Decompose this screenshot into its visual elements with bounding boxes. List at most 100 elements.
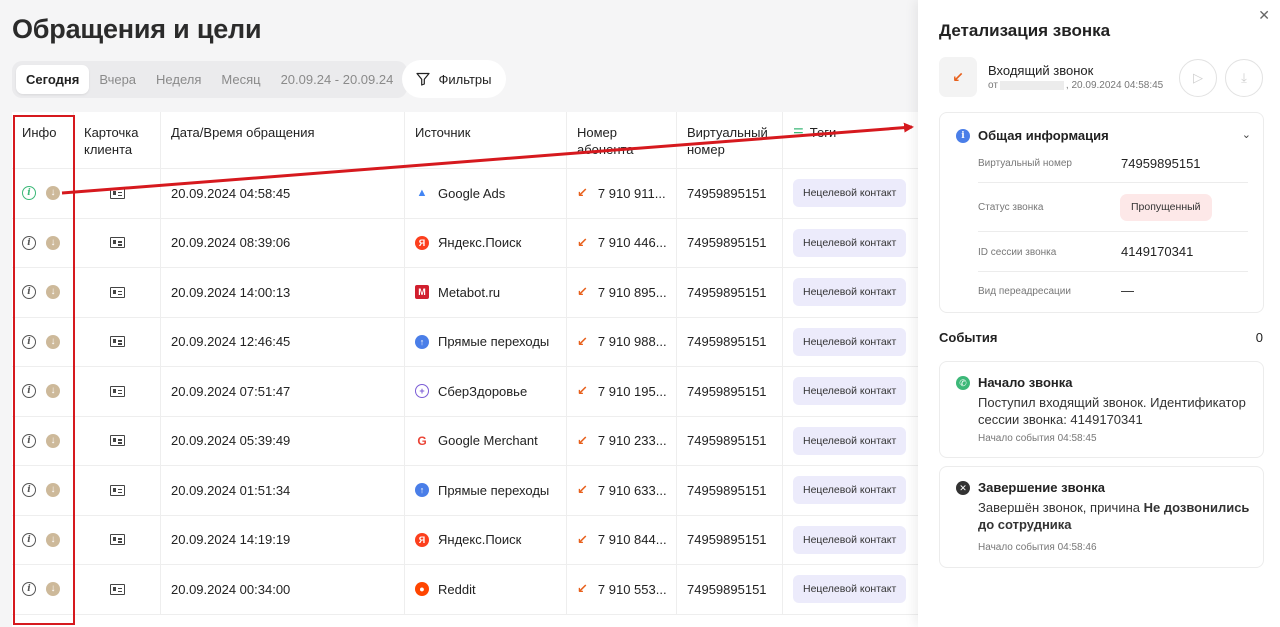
client-card-icon[interactable] (109, 583, 125, 595)
cell-datetime: 20.09.2024 12:46:45 (161, 317, 405, 366)
redirect-type-value: — (1121, 283, 1134, 298)
source-label: Google Merchant (438, 433, 538, 449)
cell-datetime: 20.09.2024 05:39:49 (161, 416, 405, 465)
tag-badge[interactable]: Нецелевой контакт (793, 228, 907, 257)
cell-subscriber: ↙ 7 910 911... (567, 169, 677, 218)
cell-virtual: 74959895151 (677, 565, 783, 614)
general-info-header[interactable]: i Общая информация (956, 128, 1109, 143)
event-call-start: ✆ Начало звонка Поступил входящий звонок… (939, 361, 1264, 458)
play-button[interactable]: ▷ (1179, 59, 1217, 97)
events-title: События (939, 330, 998, 345)
cell-virtual: 74959895151 (677, 416, 783, 465)
cell-datetime: 20.09.2024 04:58:45 (161, 169, 405, 218)
incoming-call-icon: ↙ (577, 432, 588, 448)
th-tags[interactable]: ☰ Теги (783, 112, 918, 168)
tag-badge[interactable]: Нецелевой контакт (793, 327, 907, 356)
general-info-card: i Общая информация ⌄ Виртуальный номер 74… (939, 112, 1264, 313)
tag-badge[interactable]: Нецелевой контакт (793, 426, 907, 455)
cell-client-card (74, 416, 161, 465)
table-row[interactable]: i ↓ 20.09.2024 12:46:45 ↑ Прямые переходы ↙ 7 … (12, 317, 918, 367)
th-source[interactable]: Источник (405, 112, 567, 168)
cell-tags: Нецелевой контакт (783, 565, 918, 614)
cell-datetime: 20.09.2024 08:39:06 (161, 218, 405, 267)
th-datetime[interactable]: Дата/Время обращения (161, 112, 405, 168)
period-week[interactable]: Неделя (146, 65, 211, 94)
table-row[interactable]: i ↓ 20.09.2024 07:51:47 + СберЗдоровье ↙ 7 910… (12, 367, 918, 417)
yandex-icon: Я (415, 235, 429, 250)
source-label: Прямые переходы (438, 482, 550, 498)
cell-client-card (74, 317, 161, 366)
phone-number: 7 910 895... (597, 284, 667, 300)
tag-badge[interactable]: Нецелевой контакт (793, 179, 907, 208)
th-tags-label: Теги (809, 125, 837, 140)
phone-number: 7 910 553... (597, 581, 667, 597)
th-client-card[interactable]: Карточка клиента (74, 112, 161, 168)
phone-number: 7 910 988... (597, 334, 667, 350)
filters-label: Фильтры (438, 71, 492, 87)
tag-badge[interactable]: Нецелевой контакт (793, 377, 907, 406)
close-icon[interactable]: ✕ (1258, 7, 1270, 24)
table-row[interactable]: i ↓ 20.09.2024 14:00:13 M Metabot.ru ↙ 7 910 8… (12, 268, 918, 318)
client-card-icon[interactable] (109, 385, 125, 397)
source-label: Прямые переходы (438, 334, 550, 350)
event-meta: Начало события 04:58:45 (978, 433, 1097, 444)
cell-source: Я Яндекс.Поиск (405, 515, 567, 564)
virtual-number-value: 74959895151 (1121, 156, 1201, 171)
client-card-icon[interactable] (109, 187, 125, 199)
close-circle-icon: ✕ (956, 481, 970, 495)
tag-badge[interactable]: Нецелевой контакт (793, 476, 907, 505)
period-month[interactable]: Месяц (211, 65, 270, 94)
cell-source: ● Reddit (405, 565, 567, 614)
cell-tags: Нецелевой контакт (783, 169, 918, 218)
client-card-icon[interactable] (109, 336, 125, 348)
table-row[interactable]: i ↓ 20.09.2024 08:39:06 Я Яндекс.Поиск ↙ 7 910… (12, 218, 918, 268)
cell-tags: Нецелевой контакт (783, 318, 918, 367)
cell-source: + СберЗдоровье (405, 367, 567, 416)
th-virtual[interactable]: Виртуальный номер (677, 112, 783, 168)
period-today[interactable]: Сегодня (16, 65, 90, 94)
cell-virtual: 74959895151 (677, 268, 783, 317)
table-row[interactable]: i ↓ 20.09.2024 04:58:45 ▲ Google Ads ↙ 7 910 9… (12, 169, 918, 219)
session-id-label: ID сессии звонка (978, 247, 1057, 258)
cell-client-card (74, 218, 161, 267)
incoming-call-icon: ↙ (577, 383, 588, 399)
event-text: Завершён звонок, причина Не дозвонились … (978, 500, 1250, 532)
table-header: Инфо Карточка клиента Дата/Время обращен… (12, 112, 918, 169)
source-label: Яндекс.Поиск (438, 235, 522, 251)
incoming-call-icon: ↙ (577, 234, 588, 250)
table-row[interactable]: i ↓ 20.09.2024 14:19:19 Я Яндекс.Поиск ↙ 7 910… (12, 515, 918, 565)
client-card-icon[interactable] (109, 484, 125, 496)
source-label: Яндекс.Поиск (438, 532, 522, 548)
client-card-icon[interactable] (109, 435, 125, 447)
table-row[interactable]: i ↓ 20.09.2024 05:39:49 G Google Merchant ↙ 7 … (12, 416, 918, 466)
phone-number: 7 910 233... (597, 433, 667, 449)
client-card-icon[interactable] (109, 534, 125, 546)
table-row[interactable]: i ↓ 20.09.2024 01:51:34 ↑ Прямые переходы ↙ 7 … (12, 466, 918, 516)
download-button[interactable]: ⤓ (1225, 59, 1263, 97)
page-title: Обращения и цели (12, 14, 262, 44)
filters-button[interactable]: Фильтры (402, 60, 506, 98)
tags-sort-icon: ☰ (793, 126, 804, 140)
google-ads-icon: ▲ (415, 186, 429, 201)
event-title: Начало звонка (978, 375, 1073, 390)
virtual-number-label: Виртуальный номер (978, 158, 1072, 169)
cell-virtual: 74959895151 (677, 169, 783, 218)
source-label: Google Ads (438, 185, 506, 201)
th-subscriber[interactable]: Номер абонента (567, 112, 677, 168)
cell-source: M Metabot.ru (405, 268, 567, 317)
table-row[interactable]: i ↓ 20.09.2024 00:34:00 ● Reddit ↙ 7 910 553..… (12, 565, 918, 615)
tag-badge[interactable]: Нецелевой контакт (793, 278, 907, 307)
cell-client-card (74, 565, 161, 614)
tag-badge[interactable]: Нецелевой контакт (793, 525, 907, 554)
event-title: Завершение звонка (978, 480, 1105, 495)
client-card-icon[interactable] (109, 286, 125, 298)
info-icon: i (956, 128, 970, 143)
period-yesterday[interactable]: Вчера (89, 65, 146, 94)
period-custom-range[interactable]: 20.09.24 - 20.09.24 (271, 65, 404, 94)
cell-subscriber: ↙ 7 910 233... (567, 416, 677, 465)
tag-badge[interactable]: Нецелевой контакт (793, 575, 907, 604)
panel-title: Детализация звонка (939, 21, 1111, 40)
chevron-down-icon[interactable]: ⌄ (1242, 128, 1251, 141)
download-icon: ⤓ (1241, 70, 1247, 85)
client-card-icon[interactable] (109, 237, 125, 249)
